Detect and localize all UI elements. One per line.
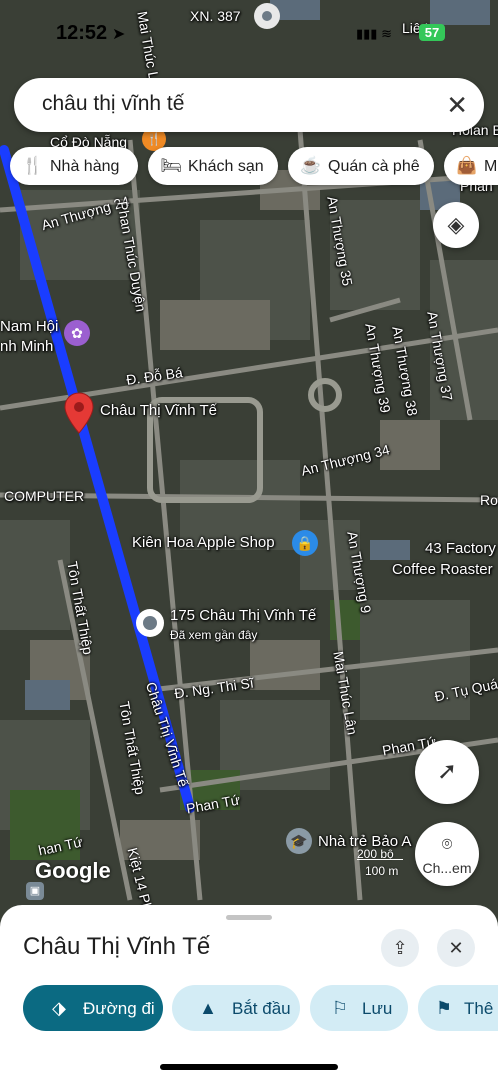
status-time: 12:52	[56, 22, 108, 44]
google-logo: Google	[35, 858, 111, 883]
chip-cafes[interactable]: ☕ Quán cà phê	[288, 147, 434, 185]
chip-label: Mu	[484, 158, 498, 175]
road-label: Ro	[480, 492, 498, 508]
scale-bar: 200 bộ 100 m	[357, 847, 407, 878]
sheet-handle[interactable]	[226, 915, 272, 920]
navigation-arrow-icon: ▲	[199, 998, 217, 1018]
close-icon: ✕	[448, 938, 464, 958]
my-location-button[interactable]: ➚	[415, 740, 479, 804]
fork-knife-icon: 🍴	[22, 156, 44, 175]
scale-bottom-label: 100 m	[365, 864, 399, 878]
layers-icon: ◈	[447, 212, 465, 237]
shopping-bag-pin-icon[interactable]: 🔒	[292, 530, 318, 556]
share-icon: ⇪	[392, 938, 408, 958]
save-button[interactable]: ⚐ Lưu	[310, 985, 408, 1031]
chip-shopping[interactable]: 👜 Mu	[444, 147, 498, 185]
camera-search-button[interactable]: ⌾ Ch...em	[415, 822, 479, 886]
coffee-label[interactable]: Coffee Roaster	[392, 561, 493, 578]
camera-icon: ⌾	[441, 834, 453, 854]
chip-restaurants[interactable]: 🍴 Nhà hàng	[10, 147, 138, 185]
address-pin-label[interactable]: 175 Châu Thị Vĩnh Tế	[170, 607, 316, 624]
place-title: Châu Thị Vĩnh Tế	[23, 933, 211, 960]
start-button[interactable]: ▲ Bắt đầu	[172, 985, 300, 1031]
action-label: Đường đi	[83, 999, 155, 1018]
navigation-arrow-icon: ➚	[436, 758, 458, 785]
recent-place-icon[interactable]	[136, 609, 164, 637]
battery-icon: 57	[419, 24, 445, 41]
category-chips: 🍴 Nhà hàng 🛏 Khách sạn ☕ Quán cà phê 👜 Mu	[0, 147, 498, 185]
camera-button-label: Ch...em	[422, 860, 472, 876]
coffee-label[interactable]: 43 Factory	[425, 540, 496, 557]
location-pin-icon[interactable]	[64, 392, 94, 434]
clear-search-icon[interactable]: ✕	[446, 90, 468, 121]
bookmark-icon: ⚐	[331, 998, 349, 1018]
apple-shop-label[interactable]: Kiên Hoa Apple Shop	[132, 534, 275, 551]
chip-label: Khách sạn	[188, 158, 264, 175]
search-query[interactable]: châu thị vĩnh tế	[42, 92, 184, 116]
address-pin-sub: Đã xem gần đây	[170, 628, 258, 642]
share-button[interactable]: ⇪	[381, 929, 419, 967]
chip-label: Quán cà phê	[328, 158, 420, 175]
search-bar[interactable]: châu thị vĩnh tế ✕	[14, 78, 484, 132]
location-arrow-icon: ➤	[112, 26, 126, 43]
bed-icon: 🛏	[160, 156, 182, 175]
chip-label: Nhà hàng	[50, 158, 120, 175]
directions-button[interactable]: ⬗ Đường đi	[23, 985, 163, 1031]
school-pin-icon[interactable]: 🎓	[286, 828, 312, 854]
selected-place-label[interactable]: Châu Thị Vĩnh Tế	[100, 402, 217, 419]
worship-pin-icon[interactable]: ✿	[64, 320, 90, 346]
place-sheet[interactable]: Châu Thị Vĩnh Tế ⇪ ✕ ⬗ Đường đi ▲ Bắt đầu …	[0, 905, 498, 1080]
coffee-cup-icon: ☕	[300, 156, 322, 175]
poi-label: Nam Hội	[0, 318, 59, 335]
flag-icon: ⚑	[435, 998, 453, 1018]
more-action-button[interactable]: ⚑ Thê	[418, 985, 498, 1031]
action-label: Thê	[464, 999, 494, 1018]
poi-label: nh Minh	[0, 338, 54, 355]
home-indicator	[160, 1064, 338, 1070]
signal-icon: ▮▮▮ ≋	[356, 26, 392, 41]
poi-label: COMPUTER	[4, 488, 85, 504]
status-bar: 12:52 ➤ ▮▮▮ ≋ 57	[0, 18, 498, 50]
action-label: Bắt đầu	[232, 999, 291, 1018]
action-label: Lưu	[362, 999, 393, 1018]
layers-button[interactable]: ◈	[433, 202, 479, 248]
shopping-bag-icon: 👜	[456, 156, 478, 175]
directions-icon: ⬗	[52, 998, 66, 1018]
close-sheet-button[interactable]: ✕	[437, 929, 475, 967]
bus-stop-icon[interactable]: ▣	[26, 882, 44, 900]
chip-hotels[interactable]: 🛏 Khách sạn	[148, 147, 278, 185]
